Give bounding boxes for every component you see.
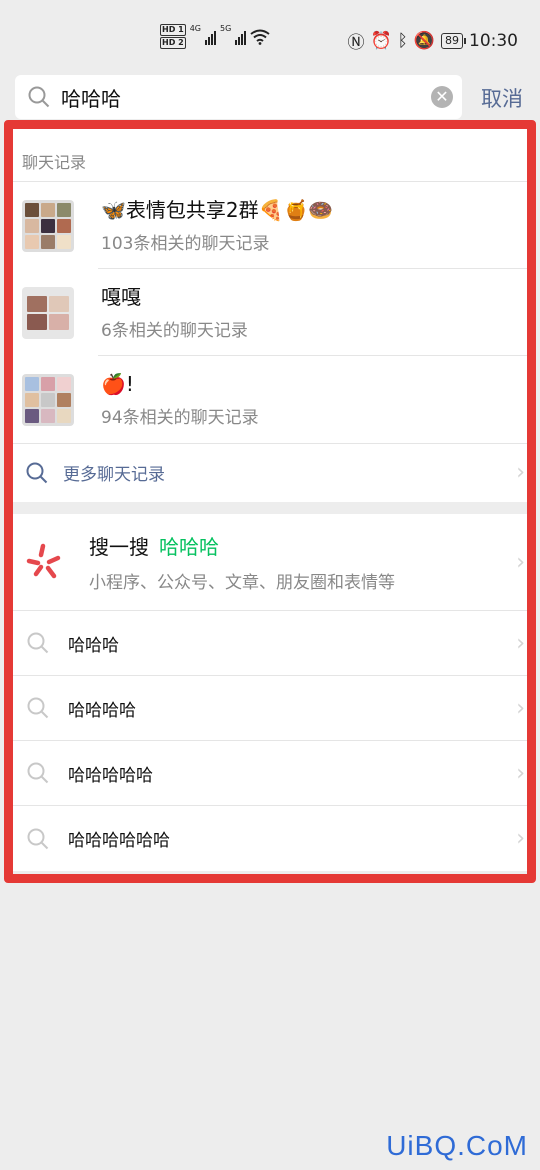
chevron-right-icon: › <box>516 695 525 721</box>
status-right: Ⓝ ⏰ ᛒ 🔕 89 10:30 <box>347 28 518 54</box>
more-chat-records-label: 更多聊天记录 <box>63 465 165 485</box>
group-avatar <box>22 373 74 426</box>
signal-bars-2-icon <box>235 29 247 45</box>
alarm-icon: ⏰ <box>370 30 392 51</box>
search-icon <box>27 762 49 784</box>
hd-tag-1: HD 1 <box>160 24 186 36</box>
souyisou-subtitle: 小程序、公众号、文章、朋友圈和表情等 <box>89 573 395 593</box>
watermark: UiBQ.CoM <box>386 1130 528 1161</box>
nfc-icon: Ⓝ <box>347 33 365 53</box>
suggestion-item[interactable]: 哈哈哈哈哈 › <box>13 741 527 806</box>
chat-name: 嘎嘎 <box>101 285 141 309</box>
chat-match-count: 94条相关的聊天记录 <box>101 408 259 428</box>
group-avatar <box>22 199 74 252</box>
search-box[interactable]: ✕ <box>15 75 462 119</box>
souyisou-text: 搜一搜 哈哈哈 小程序、公众号、文章、朋友圈和表情等 <box>89 531 395 593</box>
clock: 10:30 <box>469 30 518 51</box>
signal-indicators: HD 1 HD 2 4G 5G <box>160 24 270 49</box>
suggestion-label: 哈哈哈哈哈哈 <box>68 831 170 851</box>
souyisou-logo-icon <box>26 543 61 579</box>
souyisou-item[interactable]: 搜一搜 哈哈哈 小程序、公众号、文章、朋友圈和表情等 › <box>13 514 527 611</box>
chat-result-item[interactable]: 嘎嘎 6条相关的聊天记录 <box>13 269 527 356</box>
wifi-icon <box>250 29 270 45</box>
search-icon <box>27 697 49 719</box>
group-avatar <box>22 286 74 339</box>
suggestion-item[interactable]: 哈哈哈哈 › <box>13 676 527 741</box>
suggestion-label: 哈哈哈哈哈 <box>68 765 153 786</box>
section-title: 聊天记录 <box>13 129 527 182</box>
search-icon <box>27 828 49 849</box>
chat-text: 🍎! 94条相关的聊天记录 <box>101 371 259 428</box>
chat-records-card: 聊天记录 🦋表情包共享2群🍕🍯🍩 103条相关的聊天记录 嘎嘎 6条相关的聊天记… <box>13 129 527 502</box>
chevron-right-icon: › <box>516 760 525 786</box>
battery-icon: 89 <box>441 32 466 49</box>
chat-name: 🦋表情包共享2群🍕🍯🍩 <box>101 198 334 222</box>
cancel-button[interactable]: 取消 <box>481 83 523 113</box>
network-label-1: 4G <box>189 24 201 33</box>
chat-text: 嘎嘎 6条相关的聊天记录 <box>101 284 248 341</box>
chat-match-count: 103条相关的聊天记录 <box>101 234 270 254</box>
search-icon <box>28 86 50 108</box>
signal-bars-1-icon <box>204 29 216 45</box>
search-row: ✕ 取消 <box>15 75 525 119</box>
suggestion-label: 哈哈哈 <box>68 635 119 656</box>
search-input[interactable] <box>61 85 411 109</box>
suggestion-label: 哈哈哈哈 <box>68 700 136 721</box>
souyisou-title: 搜一搜 <box>89 535 149 559</box>
chat-text: 🦋表情包共享2群🍕🍯🍩 103条相关的聊天记录 <box>101 197 333 254</box>
suggestion-item[interactable]: 哈哈哈 › <box>13 611 527 676</box>
network-label-2: 5G <box>219 24 232 33</box>
souyisou-title-line: 搜一搜 哈哈哈 <box>89 531 395 560</box>
chat-name: 🍎! <box>101 372 134 396</box>
chevron-right-icon: › <box>516 630 525 656</box>
chat-result-item[interactable]: 🍎! 94条相关的聊天记录 <box>13 356 527 443</box>
status-bar: HD 1 HD 2 4G 5G Ⓝ ⏰ ᛒ 🔕 89 10:30 <box>0 0 540 75</box>
mute-icon: 🔕 <box>413 30 435 51</box>
search-icon <box>27 632 49 654</box>
hd-tags: HD 1 HD 2 <box>160 24 186 49</box>
bluetooth-icon: ᛒ <box>397 30 408 51</box>
suggestion-item[interactable]: 哈哈哈哈哈哈 › <box>13 806 527 871</box>
search-suggestions-card: 搜一搜 哈哈哈 小程序、公众号、文章、朋友圈和表情等 › 哈哈哈 › 哈哈哈哈 › <box>13 514 527 871</box>
more-chat-records-link[interactable]: 更多聊天记录 › <box>13 443 527 501</box>
clear-icon[interactable]: ✕ <box>431 86 453 108</box>
chevron-right-icon: › <box>516 460 525 485</box>
hd-tag-2: HD 2 <box>160 37 186 49</box>
search-icon <box>26 462 48 483</box>
chat-match-count: 6条相关的聊天记录 <box>101 321 248 341</box>
chat-result-item[interactable]: 🦋表情包共享2群🍕🍯🍩 103条相关的聊天记录 <box>13 182 527 269</box>
results-panel: 聊天记录 🦋表情包共享2群🍕🍯🍩 103条相关的聊天记录 嘎嘎 6条相关的聊天记… <box>4 120 536 883</box>
souyisou-keyword: 哈哈哈 <box>159 535 219 559</box>
chevron-right-icon: › <box>516 549 525 575</box>
chevron-right-icon: › <box>516 826 525 851</box>
